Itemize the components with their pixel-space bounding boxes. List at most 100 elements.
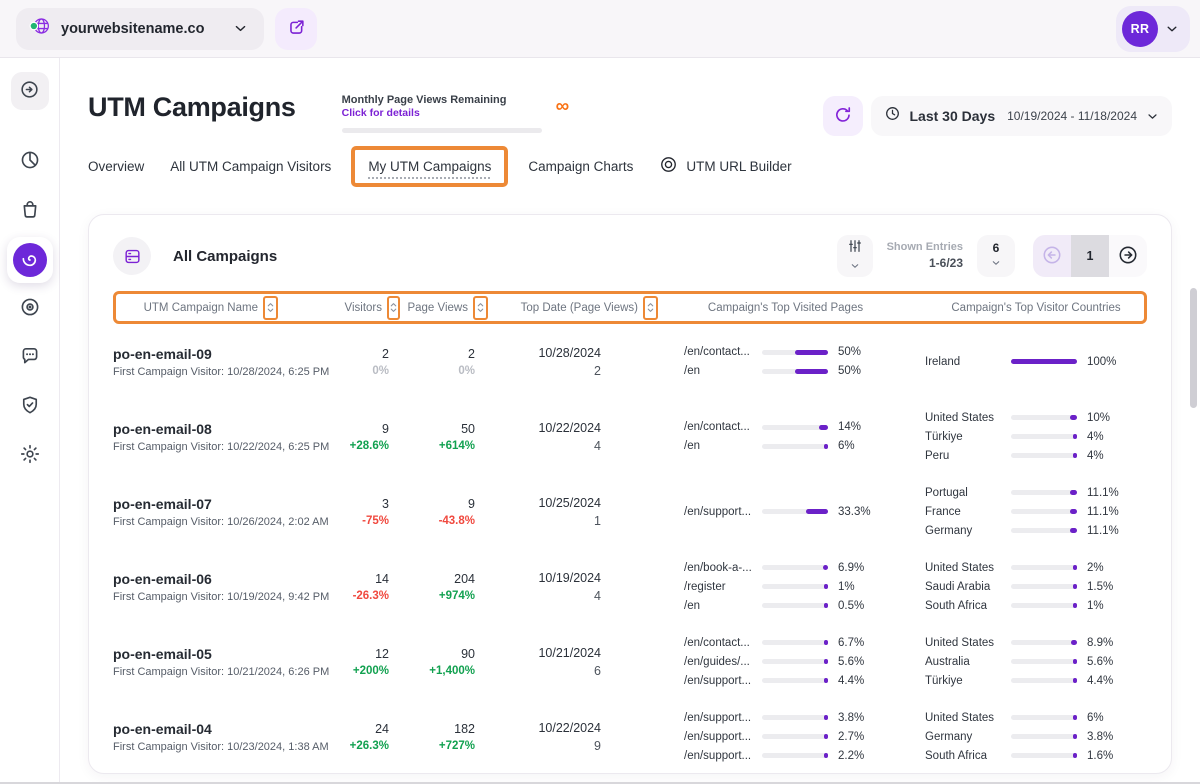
top-countries-cell: United States 2% Saudi Arabia 1.5% South… xyxy=(881,562,1147,612)
first-campaign-visitor: First Campaign Visitor: 10/28/2024, 6:25… xyxy=(113,366,343,378)
country-label: Saudi Arabia xyxy=(925,581,1003,593)
scrollbar-thumb[interactable] xyxy=(1190,288,1197,408)
campaign-name: po-en-email-04 xyxy=(113,721,343,737)
country-stat-row: France 11.1% xyxy=(925,506,1147,518)
quota-infinity-value: ∞ xyxy=(556,94,570,121)
sidebar-item-dashboard[interactable] xyxy=(11,72,49,110)
top-date-cell: 10/19/2024 4 xyxy=(491,571,656,603)
website-selector[interactable]: yourwebsitename.co xyxy=(16,8,264,50)
visitors-count: 12 xyxy=(343,647,389,661)
refresh-button[interactable] xyxy=(823,96,863,136)
country-bar-track xyxy=(1011,509,1077,514)
campaign-name-cell: po-en-email-09 First Campaign Visitor: 1… xyxy=(113,346,343,378)
shown-entries-label: Shown Entries xyxy=(887,240,963,255)
sort-icon[interactable] xyxy=(387,296,400,320)
sort-icon[interactable] xyxy=(473,296,488,320)
country-label: United States xyxy=(925,712,1003,724)
country-label: Germany xyxy=(925,731,1003,743)
first-campaign-visitor: First Campaign Visitor: 10/22/2024, 6:25… xyxy=(113,441,343,453)
page-label: /en xyxy=(684,600,754,612)
top-pages-cell: /en/book-a-... 6.9% /register 1% /en 0.5… xyxy=(656,562,881,612)
campaign-name: po-en-email-09 xyxy=(113,346,343,362)
quota-details-link[interactable]: Click for details xyxy=(342,107,542,119)
top-date: 10/22/2024 xyxy=(491,421,601,435)
sidebar-item-feedback[interactable] xyxy=(6,334,54,383)
sidebar-item-ecommerce[interactable] xyxy=(6,187,54,236)
country-percent: 11.1% xyxy=(1087,506,1119,518)
sidebar-item-behaviour[interactable] xyxy=(6,236,54,285)
date-range-picker[interactable]: Last 30 Days 10/19/2024 - 11/18/2024 xyxy=(871,96,1173,136)
page-bar-track xyxy=(762,603,828,608)
country-percent: 5.6% xyxy=(1087,656,1113,668)
table-row: po-en-email-09 First Campaign Visitor: 1… xyxy=(113,324,1147,399)
top-countries-cell: United States 10% Türkiye 4% Peru 4% xyxy=(881,412,1147,462)
page-label: /en/book-a-... xyxy=(684,562,754,574)
top-pages-cell: /en/contact... 14% /en 6% xyxy=(656,421,881,452)
open-website-button[interactable] xyxy=(275,8,317,50)
country-bar-track xyxy=(1011,490,1077,495)
country-bar-fill xyxy=(1073,584,1077,589)
tab-utm-url-builder[interactable]: UTM URL Builder xyxy=(659,155,791,177)
arrow-left-circle-icon xyxy=(1041,244,1063,269)
page-views-count: 50 xyxy=(403,422,475,436)
country-stat-row: Australia 5.6% xyxy=(925,656,1147,668)
sort-icon[interactable] xyxy=(643,296,658,320)
sidebar-item-privacy[interactable] xyxy=(6,383,54,432)
country-bar-fill xyxy=(1073,659,1077,664)
user-menu[interactable]: RR xyxy=(1116,6,1190,52)
sort-icon[interactable] xyxy=(263,296,278,320)
page-label: /en xyxy=(684,365,754,377)
top-date-cell: 10/28/2024 2 xyxy=(491,346,656,378)
country-bar-track xyxy=(1011,640,1077,645)
campaign-name: po-en-email-05 xyxy=(113,646,343,662)
tab-my-utm-campaigns[interactable]: My UTM Campaigns xyxy=(368,159,491,174)
sidebar-item-settings[interactable] xyxy=(6,432,54,481)
column-filter-button[interactable] xyxy=(837,235,873,277)
country-stat-row: Saudi Arabia 1.5% xyxy=(925,581,1147,593)
page-title: UTM Campaigns xyxy=(88,92,296,123)
visitors-cell: 9 +28.6% xyxy=(343,422,403,452)
page-views-count: 9 xyxy=(403,497,475,511)
pagination: 1 xyxy=(1033,235,1147,277)
statistics-pie-icon xyxy=(19,149,41,176)
country-stat-row: Türkiye 4% xyxy=(925,431,1147,443)
country-label: Türkiye xyxy=(925,675,1003,687)
column-header-top-visitor-countries: Campaign's Top Visitor Countries xyxy=(951,302,1120,314)
sidebar-item-statistics[interactable] xyxy=(6,138,54,187)
country-bar-fill xyxy=(1071,640,1077,645)
country-stat-row: Türkiye 4.4% xyxy=(925,675,1147,687)
campaign-name: po-en-email-08 xyxy=(113,421,343,437)
top-date-cell: 10/25/2024 1 xyxy=(491,496,656,528)
country-bar-fill xyxy=(1073,453,1077,458)
shown-entries-value: 1-6/23 xyxy=(887,255,963,272)
page-stat-row: /en/contact... 6.7% xyxy=(684,637,881,649)
page-size-selector[interactable]: 6 xyxy=(977,235,1015,277)
top-countries-cell: United States 6% Germany 3.8% South Afri… xyxy=(881,712,1147,762)
page-percent: 50% xyxy=(838,346,861,358)
page-views-count: 204 xyxy=(403,572,475,586)
previous-page-button[interactable] xyxy=(1033,235,1071,277)
annotation-box-active-tab: My UTM Campaigns xyxy=(351,146,508,187)
next-page-button[interactable] xyxy=(1109,235,1147,277)
country-bar-fill xyxy=(1011,359,1077,364)
refresh-icon xyxy=(833,105,853,128)
country-percent: 1% xyxy=(1087,600,1104,612)
page-stat-row: /en/support... 33.3% xyxy=(684,506,881,518)
visitors-cell: 14 -26.3% xyxy=(343,572,403,602)
sidebar-item-recordings[interactable] xyxy=(6,285,54,334)
campaign-name: po-en-email-06 xyxy=(113,571,343,587)
page-bar-track xyxy=(762,350,828,355)
topbar: yourwebsitename.co RR xyxy=(0,0,1200,58)
table-row: po-en-email-04 First Campaign Visitor: 1… xyxy=(113,699,1147,774)
tab-campaign-charts[interactable]: Campaign Charts xyxy=(528,159,633,174)
tab-overview[interactable]: Overview xyxy=(88,159,144,174)
country-bar-fill xyxy=(1073,434,1077,439)
country-stat-row: Ireland 100% xyxy=(925,356,1147,368)
panel-toggle-icon xyxy=(19,79,40,103)
tab-all-utm-campaign-visitors[interactable]: All UTM Campaign Visitors xyxy=(170,159,331,174)
page-stat-row: /en/support... 2.2% xyxy=(684,750,881,762)
page-label: /en/support... xyxy=(684,731,754,743)
ecommerce-bag-icon xyxy=(19,198,41,225)
visitors-cell: 3 -75% xyxy=(343,497,403,527)
page-stat-row: /en/contact... 50% xyxy=(684,346,881,358)
